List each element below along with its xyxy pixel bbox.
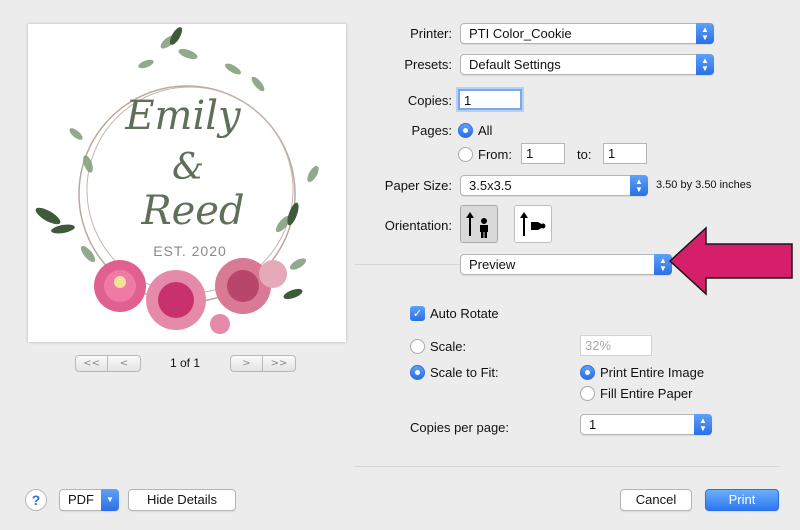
wreath-artwork: Emily & Reed EST. 2020 [35,27,319,334]
portrait-orientation-icon [466,212,488,238]
fill-entire-paper-radio[interactable] [580,386,595,401]
help-button[interactable]: ? [25,489,47,511]
print-button[interactable]: Print [705,489,779,511]
pages-label: Pages: [411,123,452,138]
pages-to-field[interactable]: 1 [603,143,647,164]
copies-label: Copies: [407,93,452,108]
pages-to-label: to: [577,147,592,162]
chevron-updown-icon: ▲ ▼ [696,23,714,44]
next-page-button[interactable]: > [230,355,263,372]
print-dialog: Emily & Reed EST. 2020 << < 1 of 1 > >> … [0,0,800,530]
est-text: EST. 2020 [153,243,227,259]
auto-rotate-checkbox[interactable]: ✓ [410,306,425,321]
chevron-down-icon: ▼ [101,489,119,511]
pdf-label: PDF [68,492,94,507]
section-value: Preview [469,257,516,272]
page-count: 1 of 1 [170,356,201,370]
name2-text: Reed [140,188,244,234]
presets-value: Default Settings [469,57,561,72]
copies-per-page-label: Copies per page: [410,420,510,435]
landscape-orientation-icon [520,212,546,236]
pages-all-radio[interactable] [458,123,473,138]
pager-forward-group: > >> [230,355,296,372]
chevron-updown-icon: ▲ ▼ [630,175,648,196]
presets-popup[interactable]: Default Settings ▲ ▼ [460,54,714,75]
printer-popup[interactable]: PTI Color_Cookie ▲ ▼ [460,23,714,44]
scale-to-fit-radio[interactable] [410,365,425,380]
copies-per-page-value: 1 [589,417,597,432]
orientation-portrait-button[interactable] [460,205,498,243]
cancel-button[interactable]: Cancel [620,489,692,511]
paper-size-label: Paper Size: [384,178,452,193]
last-page-button[interactable]: >> [263,355,296,372]
ampersand-text: & [172,147,204,188]
printer-label: Printer: [410,26,452,41]
scale-label: Scale: [430,339,467,354]
pager-back-group: << < [75,355,141,372]
pages-all-label: All [478,123,493,138]
copies-per-page-popup[interactable]: 1 ▲ ▼ [580,414,712,435]
orientation-label: Orientation: [384,218,452,233]
hide-details-button[interactable]: Hide Details [128,489,236,511]
chevron-updown-icon: ▲ ▼ [694,414,712,435]
copies-field[interactable]: 1 [458,89,522,110]
print-preview: Emily & Reed EST. 2020 [28,24,346,342]
chevron-updown-icon: ▲ ▼ [696,54,714,75]
pink-arrow-icon [668,226,793,296]
presets-label: Presets: [404,57,452,72]
paper-dimensions: 3.50 by 3.50 inches [656,179,752,191]
prev-page-button[interactable]: < [108,355,141,372]
section-popup[interactable]: Preview ▲ ▼ [460,254,672,275]
print-entire-image-radio[interactable] [580,365,595,380]
paper-size-popup[interactable]: 3.5x3.5 ▲ ▼ [460,175,648,196]
scale-to-fit-label: Scale to Fit: [430,365,499,380]
pages-from-label: From: [478,147,512,162]
pdf-menu-button[interactable]: PDF ▼ [59,489,119,511]
scale-field[interactable]: 32% [580,335,652,356]
pages-from-field[interactable]: 1 [521,143,565,164]
paper-size-value: 3.5x3.5 [469,178,512,193]
print-entire-image-label: Print Entire Image [600,365,705,380]
auto-rotate-label: Auto Rotate [430,306,499,321]
fill-entire-paper-label: Fill Entire Paper [600,386,693,401]
scale-radio[interactable] [410,339,425,354]
name1-text: Emily [124,93,242,139]
printer-value: PTI Color_Cookie [469,26,572,41]
first-page-button[interactable]: << [75,355,108,372]
pages-from-radio[interactable] [458,147,473,162]
footer-divider [355,466,780,467]
orientation-landscape-button[interactable] [514,205,552,243]
